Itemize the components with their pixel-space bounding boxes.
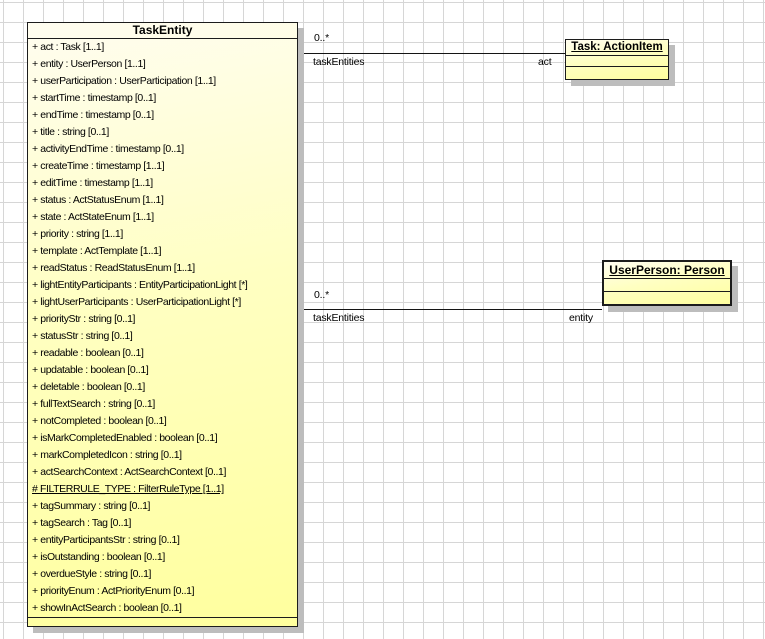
association-taskentity-userperson[interactable] [298, 309, 602, 310]
attribute-row[interactable]: + priorityStr : string [0..1] [28, 311, 297, 328]
attribute-row[interactable]: + lightEntityParticipants : EntityPartic… [28, 277, 297, 294]
attribute-row[interactable]: + priorityEnum : ActPriorityEnum [0..1] [28, 583, 297, 600]
multiplicity-label-task[interactable]: 0..* [314, 32, 329, 44]
attribute-row[interactable]: + createTime : timestamp [1..1] [28, 158, 297, 175]
class-name-taskentity: TaskEntity [28, 23, 297, 39]
attribute-row[interactable]: + updatable : boolean [0..1] [28, 362, 297, 379]
object-name-userperson-person: UserPerson: Person [604, 262, 730, 279]
operations-compartment-task [566, 67, 668, 79]
attribute-row[interactable]: + tagSummary : string [0..1] [28, 498, 297, 515]
role-label-taskentities-bottom[interactable]: taskEntities [313, 312, 364, 324]
attribute-row[interactable]: + deletable : boolean [0..1] [28, 379, 297, 396]
attribute-row[interactable]: + state : ActStateEnum [1..1] [28, 209, 297, 226]
attribute-row[interactable]: + act : Task [1..1] [28, 39, 297, 56]
attribute-row[interactable]: + editTime : timestamp [1..1] [28, 175, 297, 192]
diagram-canvas: 0..* taskEntities act 0..* taskEntities … [0, 0, 765, 639]
attribute-row[interactable]: + tagSearch : Tag [0..1] [28, 515, 297, 532]
attribute-row[interactable]: + title : string [0..1] [28, 124, 297, 141]
role-label-entity[interactable]: entity [569, 312, 593, 324]
multiplicity-label-userperson[interactable]: 0..* [314, 289, 329, 301]
attribute-row[interactable]: + startTime : timestamp [0..1] [28, 90, 297, 107]
attribute-row[interactable]: + isOutstanding : boolean [0..1] [28, 549, 297, 566]
attribute-row[interactable]: + markCompletedIcon : string [0..1] [28, 447, 297, 464]
attribute-row[interactable]: + isMarkCompletedEnabled : boolean [0..1… [28, 430, 297, 447]
attribute-row[interactable]: + showInActSearch : boolean [0..1] [28, 600, 297, 617]
association-taskentity-task[interactable] [298, 53, 565, 54]
attribute-row[interactable]: + userParticipation : UserParticipation … [28, 73, 297, 90]
attribute-row[interactable]: + entity : UserPerson [1..1] [28, 56, 297, 73]
operations-compartment-taskentity [28, 617, 297, 626]
attribute-row[interactable]: + endTime : timestamp [0..1] [28, 107, 297, 124]
object-box-task-actionitem[interactable]: Task: ActionItem [565, 39, 669, 80]
role-label-taskentities-top[interactable]: taskEntities [313, 56, 364, 68]
attribute-row[interactable]: + readable : boolean [0..1] [28, 345, 297, 362]
attribute-row[interactable]: + template : ActTemplate [1..1] [28, 243, 297, 260]
attribute-row[interactable]: + readStatus : ReadStatusEnum [1..1] [28, 260, 297, 277]
attribute-row[interactable]: + actSearchContext : ActSearchContext [0… [28, 464, 297, 481]
attribute-row[interactable]: + fullTextSearch : string [0..1] [28, 396, 297, 413]
attribute-row[interactable]: # FILTERRULE_TYPE : FilterRuleType [1..1… [28, 481, 297, 498]
attribute-row[interactable]: + overdueStyle : string [0..1] [28, 566, 297, 583]
attributes-compartment-userperson [604, 279, 730, 292]
class-box-taskentity[interactable]: TaskEntity + act : Task [1..1]+ entity :… [27, 22, 298, 627]
attribute-row[interactable]: + activityEndTime : timestamp [0..1] [28, 141, 297, 158]
role-label-act[interactable]: act [538, 56, 551, 68]
attribute-row[interactable]: + priority : string [1..1] [28, 226, 297, 243]
attributes-compartment-task [566, 56, 668, 67]
object-name-task-actionitem: Task: ActionItem [566, 40, 668, 56]
attribute-row[interactable]: + notCompleted : boolean [0..1] [28, 413, 297, 430]
attribute-row[interactable]: + statusStr : string [0..1] [28, 328, 297, 345]
operations-compartment-userperson [604, 292, 730, 304]
attribute-list: + act : Task [1..1]+ entity : UserPerson… [28, 39, 297, 617]
attribute-row[interactable]: + lightUserParticipants : UserParticipat… [28, 294, 297, 311]
attribute-row[interactable]: + status : ActStatusEnum [1..1] [28, 192, 297, 209]
object-box-userperson-person[interactable]: UserPerson: Person [602, 260, 732, 306]
attribute-row[interactable]: + entityParticipantsStr : string [0..1] [28, 532, 297, 549]
